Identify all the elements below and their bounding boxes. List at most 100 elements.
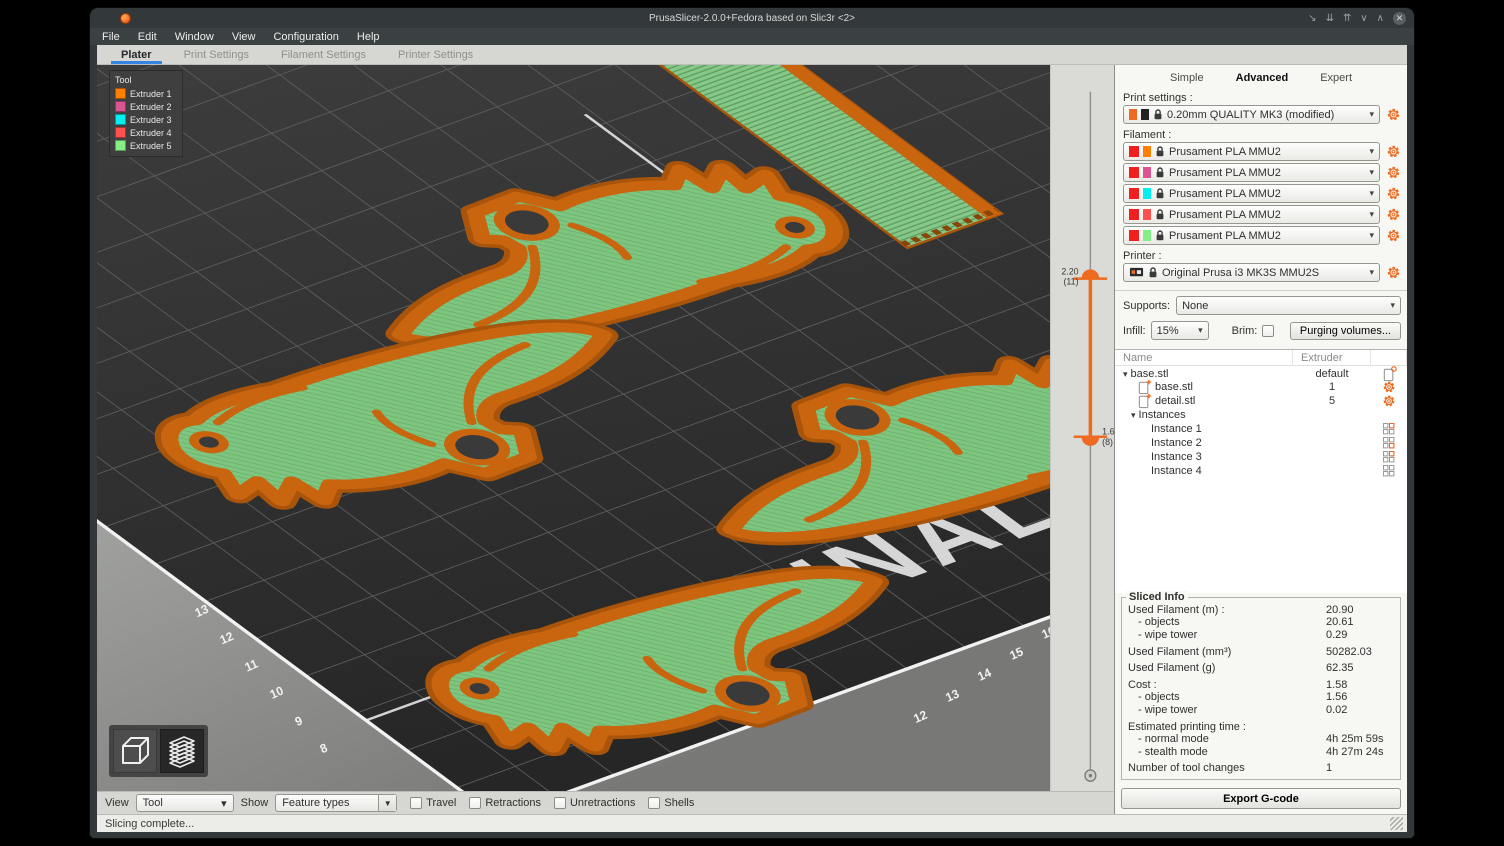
lock-icon [1155,167,1165,179]
layers-preview-button[interactable] [160,729,204,773]
printer-gear-icon[interactable] [1385,265,1401,281]
supports-select[interactable]: None ▾ [1176,296,1401,315]
filament-3-select[interactable]: Prusament PLA MMU2 ▾ [1123,184,1380,203]
chevron-down-icon: ▾ [1369,209,1374,220]
chevron-down-icon: ▾ [1198,325,1203,336]
object-row-base-stl[interactable]: ▾base.stl default [1115,366,1407,380]
infill-select[interactable]: 15% ▾ [1151,321,1209,340]
show-select[interactable]: Feature types ▼ [275,794,397,812]
checkbox-box[interactable] [648,797,660,809]
filament-color-chip [1129,167,1139,178]
instance-row-3[interactable]: Instance 3 [1115,450,1407,464]
filament-1-select[interactable]: Prusament PLA MMU2 ▾ [1123,142,1380,161]
printable-toggle-icon[interactable] [1383,437,1395,449]
filament-2-gear-icon[interactable] [1385,165,1401,181]
mode-simple[interactable]: Simple [1170,72,1204,84]
printable-toggle-icon[interactable] [1383,423,1395,435]
filament-4-gear-icon[interactable] [1385,207,1401,223]
chevron-down-icon: ▾ [1369,267,1374,278]
mode-expert[interactable]: Expert [1320,72,1352,84]
sliced-info-title: Sliced Info [1126,591,1188,603]
volume-settings-gear-icon[interactable] [1382,380,1396,394]
export-gcode-button[interactable]: Export G-code [1121,788,1401,809]
instances-group-row[interactable]: ▾Instances [1115,408,1407,422]
chevron-down-icon: ▾ [1369,188,1374,199]
one-layer-mode-icon[interactable] [1085,770,1096,781]
menu-view[interactable]: View [232,31,256,43]
layer-slider-top-handle[interactable] [1074,269,1107,278]
printable-toggle-icon[interactable] [1383,451,1395,463]
brim-label: Brim: [1232,325,1258,337]
extruder-column-header[interactable]: Extruder [1293,350,1371,365]
instance-row-4[interactable]: Instance 4 [1115,464,1407,478]
collapse-caret-icon[interactable]: ▾ [1123,369,1128,380]
filament-4-select[interactable]: Prusament PLA MMU2 ▾ [1123,205,1380,224]
checkbox-box[interactable] [469,797,481,809]
filament-5-gear-icon[interactable] [1385,228,1401,244]
tool-legend: Tool Extruder 1 Extruder 2 Extruder 3 Ex… [110,71,182,156]
menu-file[interactable]: File [102,31,120,43]
menu-help[interactable]: Help [357,31,380,43]
layer-slider-strip: 2.20 (11) 1.60 (8) [1050,65,1114,791]
resize-grip[interactable] [1390,817,1403,830]
settings-panel: Simple Advanced Expert Print settings : … [1114,65,1407,814]
filament-1-gear-icon[interactable] [1385,144,1401,160]
filament-2-select[interactable]: Prusament PLA MMU2 ▾ [1123,163,1380,182]
menubar: File Edit Window View Configuration Help [90,28,1414,45]
maximize-icon[interactable]: ∧ [1377,13,1384,24]
close-icon[interactable]: ✕ [1393,12,1406,25]
rollup-icon[interactable]: ↘ [1308,13,1316,24]
travel-checkbox[interactable]: Travel [410,797,456,809]
unretractions-checkbox[interactable]: Unretractions [554,797,635,809]
brim-checkbox[interactable] [1262,325,1274,337]
show-label: Show [241,797,269,809]
print-settings-label: Print settings : [1123,92,1399,104]
legend-item: Extruder 1 [115,88,177,99]
preview-toolbar: View Tool ▾ Show Feature types ▼ Travel [97,791,1114,814]
instance-row-1[interactable]: Instance 1 [1115,422,1407,436]
printer-icon [1129,267,1144,279]
volume-row-base-stl[interactable]: base.stl 1 [1115,380,1407,394]
tab-plater[interactable]: Plater [107,46,166,64]
tool-legend-title: Tool [115,75,177,85]
tab-printer-settings[interactable]: Printer Settings [384,46,487,64]
printable-toggle-icon[interactable] [1383,465,1395,477]
instance-row-2[interactable]: Instance 2 [1115,436,1407,450]
sliced-info-row: - normal mode4h 25m 59s [1128,733,1394,746]
retractions-checkbox[interactable]: Retractions [469,797,541,809]
print-settings-gear-icon[interactable] [1385,107,1401,123]
menu-window[interactable]: Window [175,31,214,43]
print-settings-select[interactable]: 0.20mm QUALITY MK3 (modified) ▾ [1123,105,1380,124]
3d-viewport[interactable]: ORIGINAL PRUSA [97,65,1050,791]
legend-item: Extruder 2 [115,101,177,112]
mode-advanced[interactable]: Advanced [1236,72,1289,84]
printer-select[interactable]: Original Prusa i3 MK3S MMU2S ▾ [1123,263,1380,282]
lower-icon[interactable]: ⇊ [1326,13,1334,24]
raise-icon[interactable]: ⇈ [1343,13,1351,24]
3d-view-button[interactable] [113,729,157,773]
tool-color-chip [1143,146,1151,157]
view-select[interactable]: Tool ▾ [136,794,234,812]
filament-3-gear-icon[interactable] [1385,186,1401,202]
extruder-5-color-chip [115,140,126,151]
collapse-caret-icon[interactable]: ▾ [1131,410,1136,421]
chevron-down-icon: ▼ [378,795,396,811]
name-column-header[interactable]: Name [1115,350,1293,365]
extruder-1-color-chip [115,88,126,99]
sliced-info-panel: Sliced Info Used Filament (m) :20.90 - o… [1121,597,1401,780]
tab-print-settings[interactable]: Print Settings [170,46,263,64]
extruder-2-color-chip [115,101,126,112]
shells-checkbox[interactable]: Shells [648,797,694,809]
volume-row-detail-stl[interactable]: detail.stl 5 [1115,394,1407,408]
menu-edit[interactable]: Edit [138,31,157,43]
tab-filament-settings[interactable]: Filament Settings [267,46,380,64]
purging-volumes-button[interactable]: Purging volumes... [1290,322,1401,340]
filament-5-select[interactable]: Prusament PLA MMU2 ▾ [1123,226,1380,245]
minimize-icon[interactable]: ∨ [1360,13,1367,24]
volume-settings-gear-icon[interactable] [1382,394,1396,408]
extruder-3-color-chip [115,114,126,125]
checkbox-box[interactable] [554,797,566,809]
chevron-down-icon: ▾ [1369,109,1374,120]
checkbox-box[interactable] [410,797,422,809]
menu-configuration[interactable]: Configuration [273,31,338,43]
